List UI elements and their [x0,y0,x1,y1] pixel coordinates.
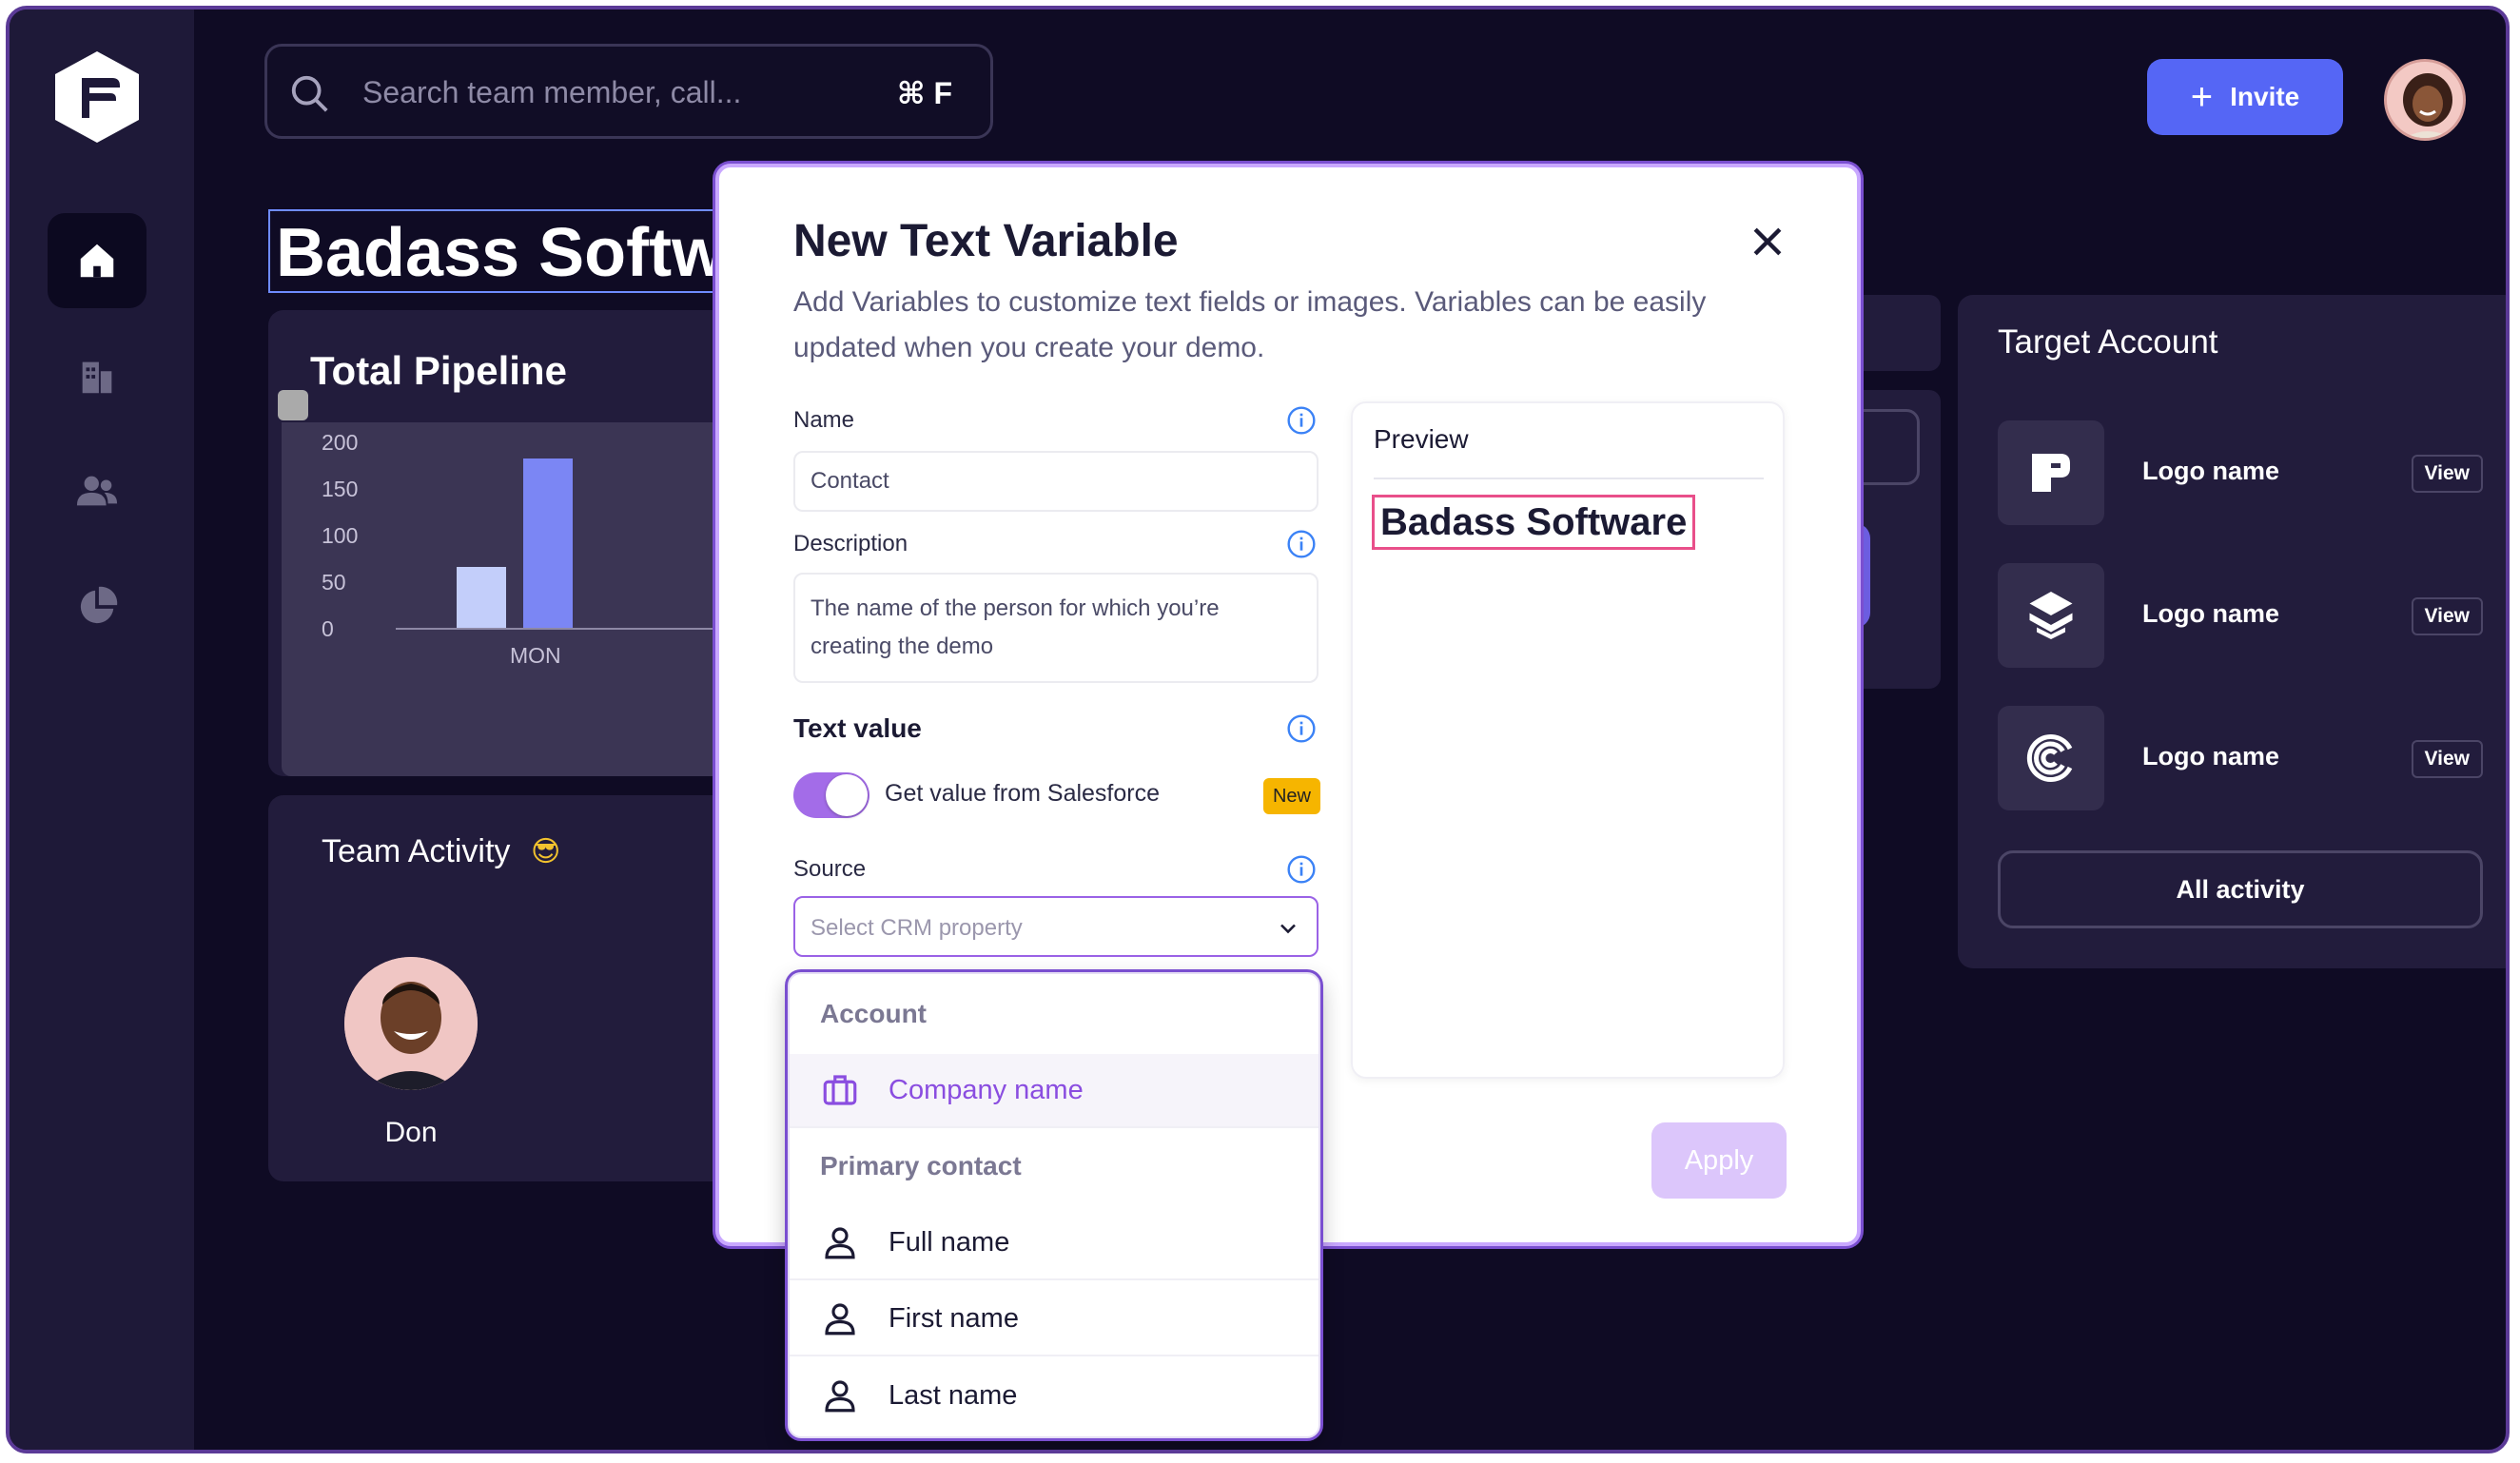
close-icon[interactable] [1747,221,1788,263]
nav-team-button[interactable] [48,443,147,538]
app-logo[interactable] [53,49,141,145]
modal-subtitle: Add Variables to customize text fields o… [793,286,1707,363]
pipeline-chart: 200 150 100 50 0 MON [282,422,776,776]
nav-companies-button[interactable] [48,329,147,424]
page-title[interactable]: Badass Software [268,209,725,293]
invite-button[interactable]: + Invite [2147,59,2343,135]
invite-label: Invite [2230,82,2300,111]
member-avatar[interactable] [344,957,478,1090]
source-select[interactable]: Select CRM property [793,896,1319,957]
dropdown-item-last-name[interactable]: Last name [790,1358,1319,1433]
info-icon[interactable] [1286,854,1317,885]
logo-name: Logo name [2142,742,2280,771]
users-icon [76,476,118,506]
all-activity-button[interactable]: All activity [1998,850,2483,928]
target-account-card: Target Account Logo name View Logo name … [1958,295,2506,968]
logo-name: Logo name [2142,599,2280,628]
app-window: Search team member, call... ⌘ F + Invite… [6,6,2510,1453]
preview-title: Preview [1374,424,1469,454]
pipeline-card: Total Pipeline 200 150 100 50 0 MON [268,310,776,776]
hidden-card [1836,390,1941,689]
user-icon [825,1303,855,1336]
user-icon [825,1227,855,1259]
dropdown-item-full-name[interactable]: Full name [790,1206,1319,1280]
logo-name: Logo name [2142,457,2280,485]
target-account-row: Logo name View [1998,420,2483,525]
source-label: Source [793,856,867,882]
view-button[interactable]: View [2411,455,2483,493]
search-shortcut: ⌘ F [896,76,952,110]
user-icon [825,1380,855,1413]
view-button[interactable]: View [2411,597,2483,635]
nav-home-button[interactable] [48,213,147,308]
dropdown-item-label: Full name [889,1226,1010,1258]
salesforce-toggle-label: Get value from Salesforce [885,780,1161,807]
search-input[interactable]: Search team member, call... [362,75,741,110]
text-value-heading: Text value [793,713,922,743]
apply-button[interactable]: Apply [1651,1122,1787,1199]
x-tick-label: MON [510,643,561,668]
spiral-logo-icon [1998,706,2104,810]
info-icon[interactable] [1286,405,1317,436]
chart-bar [457,567,506,628]
toggle-knob [826,774,868,816]
layers-logo-icon [1998,563,2104,668]
y-tick-label: 0 [322,616,334,641]
pipeline-badge-icon [278,390,308,420]
view-button[interactable]: View [2411,740,2483,778]
plus-icon: + [2190,76,2214,118]
search-icon [291,75,328,112]
member-name: Don [384,1117,438,1148]
preview-panel: Preview Badass Software [1351,401,1785,1079]
y-tick-label: 150 [322,477,359,501]
hidden-card-top [1855,295,1941,371]
dropdown-item-first-name[interactable]: First name [790,1282,1319,1356]
y-tick-label: 50 [322,570,346,595]
dropdown-group-primary-contact: Primary contact [820,1151,1022,1180]
target-account-title: Target Account [1998,323,2218,361]
description-label: Description [793,531,908,556]
dropdown-item-label: Company name [889,1074,1084,1105]
building-icon [82,361,112,394]
info-icon[interactable] [1286,713,1317,744]
team-activity-card: Team Activity 😎 Don [268,795,763,1181]
briefcase-icon [823,1075,857,1105]
nav-analytics-button[interactable] [48,559,147,654]
sidebar [10,10,194,1450]
target-account-row: Logo name View [1998,563,2483,668]
pipeline-title: Total Pipeline [310,348,567,393]
name-label: Name [793,407,855,433]
source-select-placeholder: Select CRM property [811,915,1023,941]
dropdown-item-label: Last name [889,1379,1018,1411]
preview-text: Badass Software [1372,495,1696,550]
home-icon [80,244,114,278]
p-logo-icon [1998,420,2104,525]
new-badge: New [1263,778,1320,814]
preview-divider [1374,478,1764,479]
target-account-row: Logo name View [1998,706,2483,810]
dropdown-item-company-name[interactable]: Company name [790,1054,1319,1128]
search-bar[interactable]: Search team member, call... ⌘ F [264,44,993,139]
description-field[interactable]: The name of the person for which you’re … [793,573,1319,683]
y-tick-label: 200 [322,430,359,455]
modal-title: New Text Variable [793,216,1179,266]
crm-property-dropdown: Account Company name Primary contact Ful… [788,972,1320,1438]
user-avatar[interactable] [2384,59,2466,141]
chart-bar [523,458,573,628]
info-icon[interactable] [1286,529,1317,559]
team-activity-title: Team Activity [322,833,511,869]
dropdown-group-account: Account [820,999,927,1028]
y-tick-label: 100 [322,523,359,548]
dropdown-item-label: First name [889,1302,1019,1334]
name-field[interactable]: Contact [793,451,1319,512]
chevron-down-icon [1280,924,1296,934]
salesforce-toggle[interactable] [793,772,869,818]
sunglasses-emoji-icon: 😎 [531,836,561,868]
pie-chart-icon [80,586,118,624]
